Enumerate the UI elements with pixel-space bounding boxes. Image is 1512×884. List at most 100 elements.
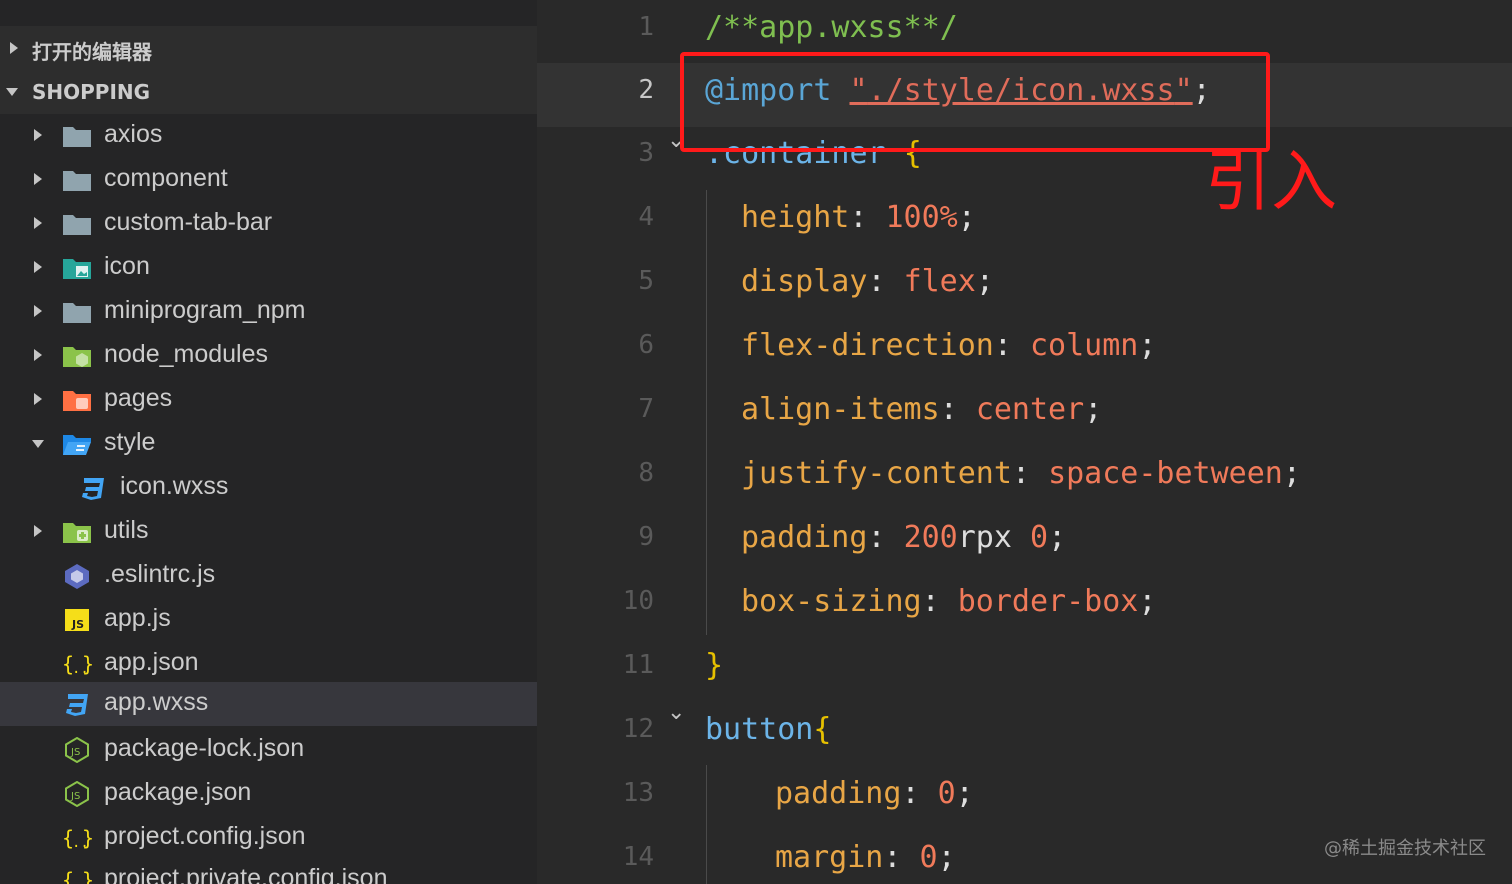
property: margin [775, 840, 884, 875]
tree-item-project-config[interactable]: {..} project.config.json [0, 816, 537, 860]
node-js-icon: JS [65, 737, 89, 763]
fold-chevron-icon[interactable]: ⌄ [667, 700, 685, 725]
tree-item-app-wxss[interactable]: app.wxss [0, 682, 537, 726]
code-text: margin: 0; [775, 840, 956, 875]
property: justify-content [741, 456, 1012, 491]
open-editors-label: 打开的编辑器 [32, 40, 152, 64]
property: display [741, 264, 868, 299]
tree-item-axios[interactable]: axios [0, 114, 537, 158]
folder-icon [63, 215, 91, 235]
code-text: } [705, 648, 723, 683]
folder-open-icon [63, 435, 91, 455]
tree-item-app-json[interactable]: {..} app.json [0, 642, 537, 686]
svg-text:JS: JS [70, 791, 80, 802]
css-file-icon [82, 478, 104, 500]
value: flex [903, 264, 976, 299]
tree-item-eslintrc[interactable]: .eslintrc.js [0, 554, 537, 598]
folder-icon [63, 171, 91, 191]
open-editors-section[interactable]: 打开的编辑器 [0, 26, 537, 70]
tree-item-label: package.json [104, 778, 252, 806]
tree-item-label: package-lock.json [104, 734, 305, 762]
watermark: @稀土掘金技术社区 [1324, 838, 1486, 859]
value: 0 [937, 776, 956, 811]
property: padding [775, 776, 902, 811]
line-number: 13 [622, 778, 654, 808]
tree-item-icon[interactable]: icon [0, 246, 537, 290]
chevron-down-icon [32, 440, 44, 448]
property: align-items [741, 392, 940, 427]
node-js-icon: JS [65, 781, 89, 807]
tree-item-label: app.js [104, 604, 171, 632]
tree-item-label: custom-tab-bar [104, 208, 273, 236]
tree-item-app-js[interactable]: JS app.js [0, 598, 537, 642]
line-number: 7 [638, 394, 654, 424]
line-number: 6 [638, 330, 654, 360]
project-section[interactable]: SHOPPING [0, 70, 537, 114]
svg-text:JS: JS [70, 747, 80, 758]
json-file-icon: {..} [62, 868, 92, 884]
json-file-icon: {..} [62, 652, 92, 677]
unit: rpx [957, 520, 1012, 555]
tree-item-node-modules[interactable]: node_modules [0, 334, 537, 378]
explorer-sidebar: 打开的编辑器 SHOPPING axios component custom-t… [0, 0, 537, 884]
value: 100% [885, 200, 958, 235]
tree-item-utils[interactable]: utils [0, 510, 537, 554]
tree-item-icon-wxss[interactable]: icon.wxss [0, 466, 537, 510]
code-line: 8 justify-content: space-between; [537, 446, 1512, 510]
image-folder-icon [63, 259, 91, 279]
code-text: flex-direction: column; [741, 328, 1157, 363]
number: 0 [1030, 520, 1049, 555]
tree-item-miniprogram-npm[interactable]: miniprogram_npm [0, 290, 537, 334]
svg-text:}: } [82, 868, 92, 884]
chevron-right-icon [10, 42, 18, 54]
selector: button [705, 712, 814, 747]
code-line: 6 flex-direction: column; [537, 318, 1512, 382]
code-text: button{ [705, 712, 831, 747]
line-number: 10 [622, 586, 654, 616]
css-file-icon [66, 694, 88, 716]
tree-item-label: miniprogram_npm [104, 296, 306, 324]
tree-item-component[interactable]: component [0, 158, 537, 202]
line-number: 2 [638, 75, 654, 105]
tree-item-label: app.wxss [104, 688, 209, 716]
folder-icon [63, 127, 91, 147]
tree-item-label: utils [104, 516, 149, 544]
svg-text:JS: JS [71, 618, 84, 631]
tree-item-custom-tab-bar[interactable]: custom-tab-bar [0, 202, 537, 246]
import-highlight-box [680, 52, 1270, 152]
tree-item-pages[interactable]: pages [0, 378, 537, 422]
tree-item-label: pages [104, 384, 173, 412]
tree-item-style[interactable]: style [0, 422, 537, 466]
code-line: 10 box-sizing: border-box; [537, 574, 1512, 638]
code-text: padding: 200rpx 0; [741, 520, 1067, 555]
tree-item-label: icon.wxss [120, 472, 229, 500]
code-text: justify-content: space-between; [741, 456, 1301, 491]
code-text: height: 100%; [741, 200, 976, 235]
line-number: 14 [622, 842, 654, 872]
value: space-between [1048, 456, 1283, 491]
svg-text:}: } [82, 652, 92, 676]
code-line: 12 ⌄ button{ [537, 700, 1512, 766]
chevron-right-icon [34, 261, 42, 273]
line-number: 1 [638, 12, 654, 42]
tree-item-package-lock[interactable]: JS package-lock.json [0, 728, 537, 772]
tree-item-project-private-config[interactable]: {..} project.private.config.json [0, 858, 537, 884]
chevron-right-icon [34, 525, 42, 537]
number: 200 [903, 520, 958, 555]
tree-item-label: .eslintrc.js [104, 560, 216, 588]
value: border-box [957, 584, 1139, 619]
property: flex-direction [741, 328, 994, 363]
tree-item-package-json[interactable]: JS package.json [0, 772, 537, 816]
json-file-icon: {..} [62, 826, 92, 851]
project-label: SHOPPING [32, 80, 151, 104]
line-number: 12 [622, 714, 654, 744]
line-number: 3 [638, 138, 654, 168]
tree-item-label: project.private.config.json [104, 864, 388, 884]
pages-folder-icon [63, 391, 91, 411]
code-text: display: flex; [741, 264, 994, 299]
value: column [1030, 328, 1139, 363]
code-line: 7 align-items: center; [537, 382, 1512, 446]
tree-item-label: project.config.json [104, 822, 306, 850]
tree-item-label: axios [104, 120, 163, 148]
code-text: /**app.wxss**/ [705, 10, 958, 45]
